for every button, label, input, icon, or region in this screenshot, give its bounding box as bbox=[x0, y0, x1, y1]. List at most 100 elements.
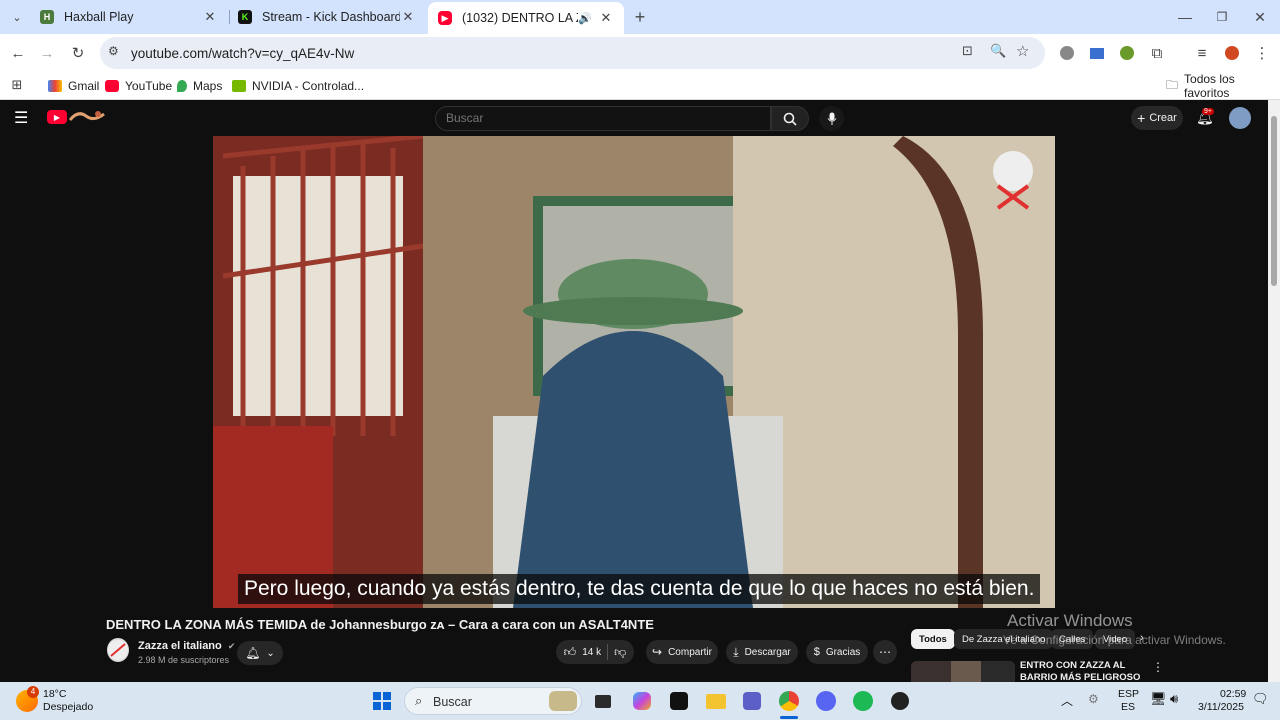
bookmark-nvidia[interactable]: NVIDIA - Controlad... bbox=[232, 77, 364, 95]
tab-search-chevron-icon[interactable]: ⌄ bbox=[6, 6, 28, 28]
forward-icon[interactable]: → bbox=[36, 42, 58, 64]
channel-name-text: Zazza el italiano bbox=[138, 640, 222, 652]
chevron-down-icon: ⌄ bbox=[266, 647, 275, 659]
apps-grid-icon[interactable]: ⊞ bbox=[6, 74, 28, 96]
address-bar[interactable]: ⚙ youtube.com/watch?v=cy_qAE4v-Nw ⊡ 🔍 ☆ bbox=[100, 37, 1045, 69]
tab-kick[interactable]: K Stream - Kick Dashboard ✕ bbox=[228, 0, 426, 34]
file-explorer-icon[interactable] bbox=[704, 689, 728, 713]
search-icon: ⌕ bbox=[415, 693, 423, 708]
language-secondary[interactable]: ES bbox=[1121, 701, 1135, 713]
youtube-doodle-logo[interactable] bbox=[68, 108, 106, 126]
network-icon[interactable]: 🖥︎ bbox=[1150, 691, 1167, 707]
bookmark-star-icon[interactable]: ☆ bbox=[1016, 42, 1029, 60]
tray-overflow-chevron-icon[interactable]: ︿ bbox=[1061, 692, 1073, 709]
volume-icon[interactable]: 🔊︎ bbox=[1170, 691, 1178, 707]
voice-search-button[interactable] bbox=[819, 106, 844, 131]
more-horizontal-icon: ⋯ bbox=[879, 645, 891, 659]
dislike-icon[interactable]: 👎︎ bbox=[614, 645, 626, 660]
youtube-logo-icon[interactable]: ▶ bbox=[47, 110, 67, 124]
bookmarks-bar: ⊞ Gmail YouTube Maps NVIDIA - Controlad.… bbox=[0, 72, 1280, 100]
install-app-icon[interactable]: ⊡ bbox=[962, 43, 973, 59]
site-info-icon[interactable]: ⚙ bbox=[108, 44, 119, 58]
create-button[interactable]: + Crear bbox=[1131, 106, 1183, 130]
channel-avatar[interactable] bbox=[107, 638, 129, 662]
search-box[interactable] bbox=[435, 106, 771, 131]
task-view-icon[interactable] bbox=[591, 689, 615, 713]
discord-icon[interactable] bbox=[814, 689, 838, 713]
youtube-icon: ▶ bbox=[438, 11, 452, 25]
thanks-icon: $ bbox=[813, 646, 820, 658]
chrome-icon[interactable] bbox=[777, 689, 801, 713]
bell-icon: 🔔︎ bbox=[245, 646, 261, 660]
bookmark-maps[interactable]: Maps bbox=[177, 77, 222, 95]
like-dislike-group: 👍︎ 14 k 👎︎ bbox=[556, 640, 634, 664]
chip-todos[interactable]: Todos bbox=[911, 629, 955, 649]
subscription-bell-button[interactable]: 🔔︎ ⌄ bbox=[237, 641, 283, 665]
share-icon: ↪ bbox=[652, 645, 663, 659]
like-count[interactable]: 14 k bbox=[582, 647, 601, 658]
back-icon[interactable]: ← bbox=[7, 42, 29, 64]
weather-condition: Despejado bbox=[43, 701, 94, 713]
notifications-icon[interactable]: 🗨︎ bbox=[1252, 691, 1269, 707]
reload-icon[interactable]: ↻ bbox=[67, 42, 89, 64]
zoom-icon[interactable]: 🔍 bbox=[990, 43, 1006, 59]
close-tab-icon[interactable]: ✕ bbox=[400, 9, 416, 25]
minimize-icon[interactable]: — bbox=[1174, 6, 1196, 28]
channel-name[interactable]: Zazza el italiano ✔ bbox=[138, 640, 235, 652]
windows-taskbar: 4 18°C Despejado ⌕ Buscar ︿ ⚙ ESP ES 🖥︎ … bbox=[0, 682, 1280, 720]
profile-avatar-icon[interactable] bbox=[1221, 42, 1243, 64]
account-avatar[interactable] bbox=[1229, 107, 1251, 129]
recommended-thumbnail[interactable] bbox=[911, 661, 1015, 682]
teams-icon[interactable] bbox=[740, 689, 764, 713]
thanks-button[interactable]: $ Gracias bbox=[806, 640, 868, 664]
capcut-icon[interactable] bbox=[667, 689, 691, 713]
recommended-title[interactable]: ENTRO CON ZAZZA AL BARRIO MÁS PELIGROSO … bbox=[1020, 660, 1150, 682]
download-button[interactable]: ⤓ Descargar bbox=[726, 640, 798, 664]
language-primary[interactable]: ESP bbox=[1118, 688, 1139, 700]
verified-badge-icon: ✔ bbox=[227, 641, 236, 651]
bookmark-youtube[interactable]: YouTube bbox=[105, 77, 172, 95]
folder-icon: 🗀 bbox=[1166, 77, 1179, 92]
search-input[interactable] bbox=[446, 111, 746, 125]
all-bookmarks[interactable]: 🗀 Todos los favoritos bbox=[1166, 72, 1280, 100]
app-icon[interactable] bbox=[888, 689, 912, 713]
audio-playing-icon[interactable]: 🔊 bbox=[578, 12, 592, 25]
hamburger-menu-icon[interactable]: ☰ bbox=[14, 108, 28, 128]
clock-time[interactable]: 02:59 bbox=[1220, 688, 1246, 700]
taskbar-search[interactable]: ⌕ Buscar bbox=[404, 687, 582, 715]
share-button[interactable]: ↪ Compartir bbox=[646, 640, 718, 664]
bookmark-gmail[interactable]: Gmail bbox=[48, 77, 99, 95]
microphone-icon bbox=[827, 112, 836, 125]
translate-ext-icon[interactable] bbox=[1086, 42, 1108, 64]
windows-start-icon[interactable] bbox=[370, 689, 394, 713]
extensions-puzzle-icon[interactable]: ⧉ bbox=[1146, 42, 1168, 64]
like-divider bbox=[607, 644, 609, 660]
tab-youtube-active[interactable]: ▶ (1032) DENTRO LA ZONA M 🔊 ✕ bbox=[428, 2, 624, 34]
create-label: Crear bbox=[1149, 112, 1177, 124]
menu-kebab-icon[interactable]: ⋮ bbox=[1251, 42, 1273, 64]
like-icon[interactable]: 👍︎ bbox=[564, 645, 577, 660]
extension-globe-icon[interactable] bbox=[1116, 42, 1138, 64]
search-button[interactable] bbox=[771, 106, 809, 131]
spotify-icon[interactable] bbox=[851, 689, 875, 713]
close-tab-icon[interactable]: ✕ bbox=[598, 10, 614, 26]
scrollbar-thumb[interactable] bbox=[1271, 116, 1277, 286]
page-scrollbar[interactable] bbox=[1268, 100, 1280, 682]
media-control-icon[interactable]: ≡ bbox=[1191, 42, 1213, 64]
recommended-menu-icon[interactable]: ⋮ bbox=[1152, 660, 1164, 674]
video-frame-scene bbox=[213, 136, 1055, 608]
video-player[interactable] bbox=[213, 136, 1055, 608]
clock-date[interactable]: 3/11/2025 bbox=[1198, 701, 1244, 713]
copilot-icon[interactable] bbox=[630, 689, 654, 713]
active-app-indicator bbox=[780, 716, 798, 719]
window-close-icon[interactable]: ✕ bbox=[1249, 6, 1271, 28]
more-actions-button[interactable]: ⋯ bbox=[873, 640, 897, 664]
restore-icon[interactable]: ❐ bbox=[1211, 6, 1233, 28]
tab-haxball[interactable]: H Haxball Play ✕ bbox=[30, 0, 228, 34]
tray-app-icon[interactable]: ⚙ bbox=[1088, 692, 1099, 706]
new-tab-icon[interactable]: + bbox=[629, 6, 651, 28]
close-tab-icon[interactable]: ✕ bbox=[202, 9, 218, 25]
youtube-page: ☰ ▶ + Crear 🔔︎ 9+ bbox=[0, 100, 1268, 682]
weather-badge: 4 bbox=[27, 686, 39, 698]
profile-ext-icon[interactable] bbox=[1056, 42, 1078, 64]
